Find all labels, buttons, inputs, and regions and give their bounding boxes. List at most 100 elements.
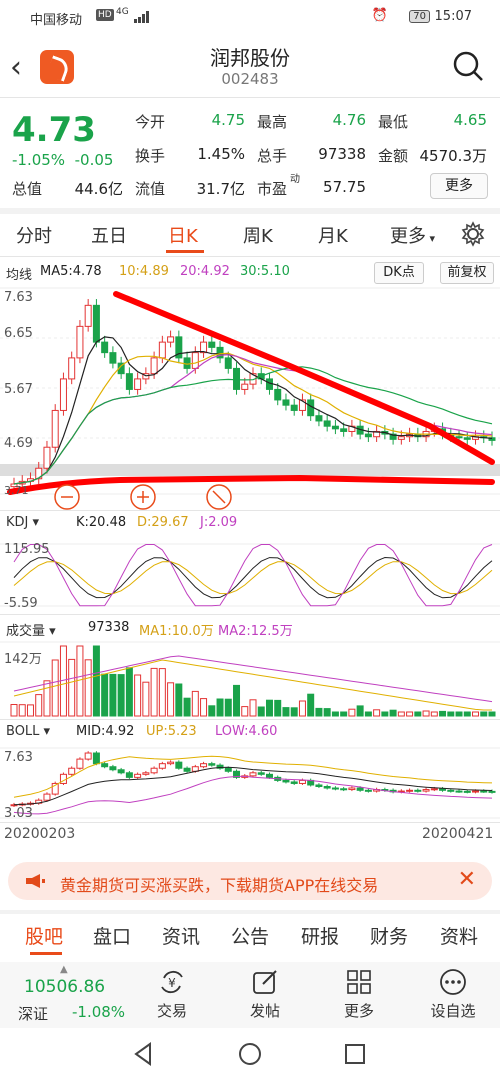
section-gap bbox=[0, 208, 500, 214]
volume-bar bbox=[307, 693, 315, 717]
candle bbox=[158, 341, 166, 359]
candle bbox=[282, 399, 290, 406]
more-tools-button[interactable]: 更多 bbox=[337, 968, 381, 1021]
more-tools-label: 更多 bbox=[343, 1002, 374, 1020]
boll-low-line bbox=[13, 775, 493, 815]
search-icon[interactable] bbox=[452, 50, 484, 82]
volume-selector[interactable]: 成交量 ▾ bbox=[6, 620, 56, 639]
ad-banner[interactable]: 黄金期货可买涨买跌，下载期货APP在线交易 ✕ bbox=[8, 862, 492, 900]
boll-candle bbox=[208, 763, 216, 766]
tab-weekly-k[interactable]: 周K bbox=[243, 222, 273, 248]
tab-five-day[interactable]: 五日 bbox=[91, 222, 127, 248]
volume-bar bbox=[26, 704, 34, 717]
candle bbox=[51, 409, 59, 448]
nav-home-icon[interactable] bbox=[238, 1042, 262, 1066]
volume-bar bbox=[216, 698, 224, 717]
pe-value: 57.75 bbox=[323, 178, 366, 196]
index-caret-icon: ▲ bbox=[60, 964, 68, 975]
volume-bar bbox=[323, 708, 331, 717]
boll-candle bbox=[249, 772, 257, 777]
volume-value: 97338 bbox=[318, 145, 366, 163]
candle bbox=[101, 341, 109, 354]
boll-candle bbox=[290, 781, 298, 784]
boll-candle bbox=[200, 763, 208, 768]
boll-candle bbox=[175, 761, 183, 769]
volume-bar bbox=[488, 711, 496, 717]
zoom-in-icon[interactable] bbox=[130, 484, 156, 510]
post-button[interactable]: 发帖 bbox=[243, 968, 287, 1021]
ma30-value: 30:5.10 bbox=[240, 264, 290, 279]
hand-drawn-downtrend-line bbox=[113, 291, 495, 465]
volume-bar bbox=[92, 645, 100, 717]
boll-candle bbox=[430, 788, 438, 791]
open-value: 4.75 bbox=[211, 111, 245, 129]
boll-candle bbox=[315, 784, 323, 787]
tab-daily-k[interactable]: 日K bbox=[168, 222, 198, 248]
mktcap-value: 44.6亿 bbox=[74, 180, 123, 198]
volume-bar bbox=[430, 711, 438, 717]
tab-forum[interactable]: 股吧 bbox=[25, 922, 63, 949]
boll-candle bbox=[340, 788, 348, 791]
divider bbox=[0, 256, 500, 257]
pe-superscript: 动 bbox=[290, 174, 300, 185]
candle bbox=[224, 357, 232, 369]
add-watchlist-button[interactable]: 设自选 bbox=[425, 968, 481, 1021]
tab-announcements[interactable]: 公告 bbox=[231, 922, 269, 949]
index-value[interactable]: 10506.86 bbox=[24, 977, 105, 997]
volume-value-label: 97338 bbox=[88, 620, 130, 635]
signal-bars-icon bbox=[134, 11, 149, 23]
volume-bar bbox=[35, 694, 43, 717]
kline-chart[interactable] bbox=[0, 286, 500, 496]
candle bbox=[340, 428, 348, 432]
boll-candle bbox=[224, 767, 232, 772]
tab-finance[interactable]: 财务 bbox=[370, 922, 408, 949]
volume-bar bbox=[158, 668, 166, 717]
low-label: 最低 bbox=[378, 113, 409, 131]
ma20-value: 20:4.92 bbox=[180, 264, 230, 279]
date-start: 20200203 bbox=[4, 826, 76, 842]
tab-monthly-k[interactable]: 月K bbox=[318, 222, 348, 248]
trade-button[interactable]: ¥ 交易 bbox=[150, 968, 194, 1021]
volume-bar bbox=[414, 711, 422, 717]
tab-timeshare[interactable]: 分时 bbox=[16, 222, 52, 248]
more-quote-button[interactable]: 更多 bbox=[430, 173, 488, 199]
candle bbox=[364, 433, 372, 438]
volume-bar bbox=[167, 682, 175, 717]
boll-candle bbox=[101, 763, 109, 768]
zoom-out-icon[interactable] bbox=[54, 484, 80, 510]
kdj-k: K:20.48 bbox=[76, 515, 127, 530]
divider bbox=[0, 822, 500, 823]
close-icon[interactable]: ✕ bbox=[458, 867, 476, 892]
volume-bar bbox=[191, 690, 199, 717]
nav-back-icon[interactable] bbox=[132, 1042, 154, 1066]
volume-axis-top: 142万 bbox=[4, 652, 42, 667]
boll-candle bbox=[167, 761, 175, 765]
fullscreen-icon[interactable] bbox=[206, 484, 232, 510]
tab-profile[interactable]: 资料 bbox=[440, 922, 478, 949]
change-percent: -1.05% bbox=[12, 151, 66, 169]
adjust-price-button[interactable]: 前复权 bbox=[440, 262, 494, 284]
tab-active-indicator bbox=[166, 250, 204, 253]
turnover-value: 1.45% bbox=[197, 145, 245, 163]
tab-order-book[interactable]: 盘口 bbox=[93, 922, 131, 949]
dk-point-button[interactable]: DK点 bbox=[374, 262, 424, 284]
candle bbox=[59, 378, 67, 411]
kdj-selector[interactable]: KDJ ▾ bbox=[6, 515, 39, 530]
hd-icon: HD bbox=[96, 9, 114, 21]
volume-bar bbox=[373, 709, 381, 717]
volume-ma1: MA1:10.0万 bbox=[139, 624, 214, 639]
boll-candle bbox=[472, 790, 480, 793]
kline-axis-top: 7.63 bbox=[4, 290, 33, 305]
amount-label: 金额 bbox=[378, 147, 409, 165]
settings-gear-icon[interactable] bbox=[460, 221, 486, 247]
volume-bar bbox=[356, 705, 364, 717]
boll-selector[interactable]: BOLL ▾ bbox=[6, 724, 50, 739]
volume-bar bbox=[315, 707, 323, 717]
tab-more[interactable]: 更多 ▾ bbox=[390, 222, 435, 248]
tab-news[interactable]: 资讯 bbox=[162, 922, 200, 949]
volume-bar bbox=[389, 709, 397, 717]
boll-candle bbox=[323, 786, 331, 789]
tab-research[interactable]: 研报 bbox=[301, 922, 339, 949]
nav-recents-icon[interactable] bbox=[344, 1043, 366, 1065]
volume-bar bbox=[422, 710, 430, 717]
